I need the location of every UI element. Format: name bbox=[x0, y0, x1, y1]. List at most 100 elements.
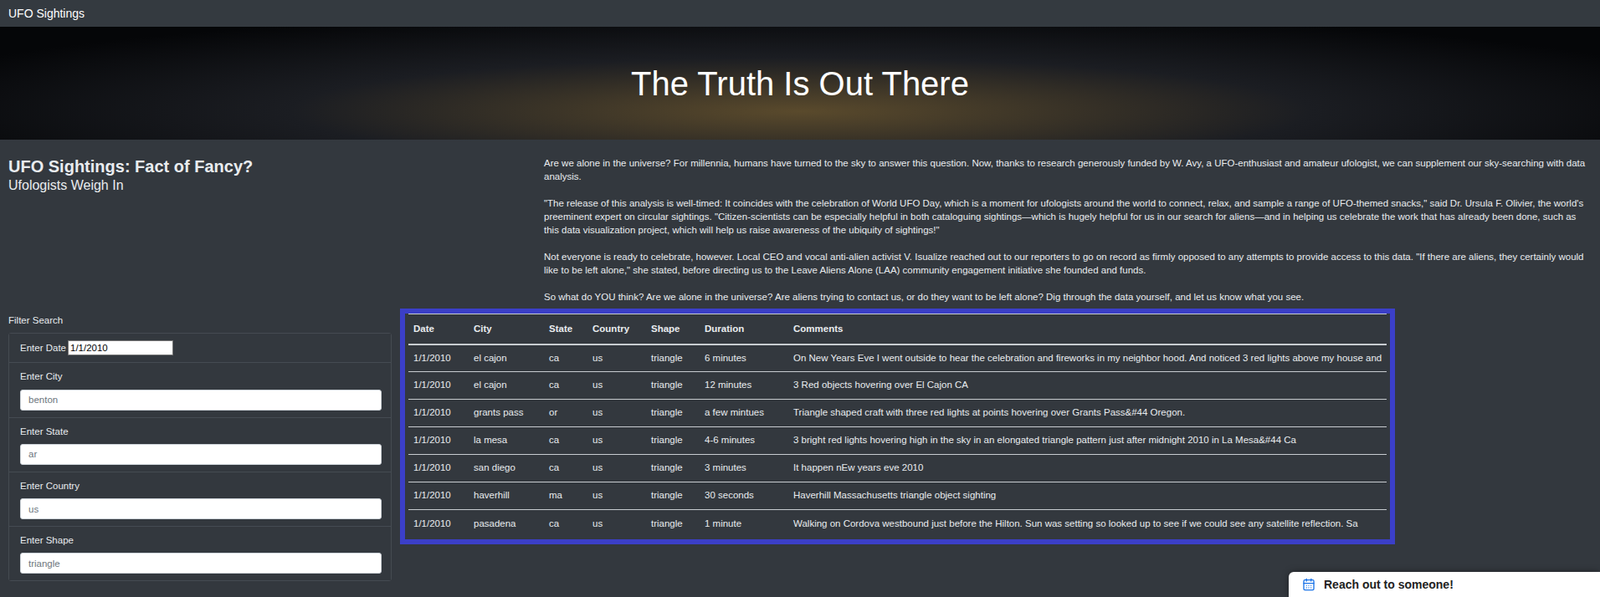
table-header-cell[interactable]: State bbox=[543, 314, 588, 345]
table-cell: el cajon bbox=[468, 344, 544, 373]
table-cell: 1/1/2010 bbox=[408, 344, 469, 373]
intro-paragraph: Are we alone in the universe? For millen… bbox=[543, 156, 1592, 184]
filter-input[interactable] bbox=[20, 444, 382, 466]
table-highlight-box: DateCityStateCountryShapeDurationComment… bbox=[400, 308, 1395, 545]
table-cell: ca bbox=[543, 455, 588, 483]
filter-input[interactable] bbox=[20, 553, 382, 575]
table-cell: a few mintues bbox=[699, 400, 789, 428]
reach-out-popup[interactable]: Reach out to someone! bbox=[1288, 572, 1600, 597]
table-cell: us bbox=[587, 427, 647, 456]
intro: UFO Sightings: Fact of Fancy?Ufologists … bbox=[0, 139, 1600, 304]
table-cell: Walking on Cordova westbound just before… bbox=[788, 510, 1387, 539]
table-row: 1/1/2010la mesacaustriangle4-6 minutes3 … bbox=[408, 427, 1387, 456]
table-cell: triangle bbox=[646, 427, 700, 456]
hero-title: The Truth Is Out There bbox=[630, 58, 970, 109]
table-cell: us bbox=[587, 510, 647, 539]
intro-heading: UFO Sightings: Fact of Fancy? bbox=[8, 156, 544, 177]
table-cell: 1/1/2010 bbox=[408, 510, 469, 539]
table-cell: 30 seconds bbox=[699, 482, 789, 511]
filter-input[interactable] bbox=[20, 389, 382, 411]
table-cell: triangle bbox=[646, 400, 700, 428]
table-cell: triangle bbox=[646, 344, 700, 373]
table-cell: 1/1/2010 bbox=[408, 427, 469, 456]
date-input[interactable] bbox=[67, 340, 174, 356]
table-cell: triangle bbox=[646, 482, 700, 511]
sightings-table: DateCityStateCountryShapeDurationComment… bbox=[408, 313, 1387, 539]
popup-text: Reach out to someone! bbox=[1323, 576, 1454, 595]
table-header-row: DateCityStateCountryShapeDurationComment… bbox=[408, 314, 1387, 345]
table-header-cell[interactable]: Shape bbox=[646, 314, 700, 345]
table-cell: 1/1/2010 bbox=[408, 455, 469, 483]
table-cell: triangle bbox=[646, 455, 700, 483]
table-cell: Haverhill Massachusetts triangle object … bbox=[788, 482, 1387, 511]
table-cell: ca bbox=[543, 427, 588, 456]
intro-paragraph: "The release of this analysis is well-ti… bbox=[543, 196, 1592, 237]
filter-item: Enter Shape bbox=[9, 527, 391, 581]
table-cell: us bbox=[587, 344, 647, 373]
intro-text: Are we alone in the universe? For millen… bbox=[543, 156, 1592, 304]
table-cell: el cajon bbox=[468, 372, 544, 400]
table-cell: ca bbox=[543, 372, 588, 400]
calendar-icon bbox=[1302, 578, 1316, 592]
table-cell: On New Years Eve I went outside to hear … bbox=[788, 344, 1387, 373]
table-row: 1/1/2010el cajoncaustriangle12 minutes3 … bbox=[408, 372, 1387, 400]
filter-list: Enter Date Enter City Enter State Enter Cou… bbox=[8, 333, 392, 582]
table-cell: triangle bbox=[646, 510, 700, 539]
table-cell: grants pass bbox=[468, 400, 544, 428]
filter-item: Enter Country bbox=[9, 472, 391, 528]
table-cell: 1/1/2010 bbox=[408, 482, 469, 511]
filter-label: Enter City bbox=[20, 369, 380, 385]
table-row: 1/1/2010san diegocaustriangle3 minutesIt… bbox=[408, 455, 1387, 483]
table-cell: 1/1/2010 bbox=[408, 372, 469, 400]
table-cell: 1/1/2010 bbox=[408, 400, 469, 428]
table-row: 1/1/2010haverhillmaustriangle30 secondsH… bbox=[408, 482, 1387, 511]
filter-item: Enter State bbox=[9, 418, 391, 473]
intro-paragraph: Not everyone is ready to celebrate, howe… bbox=[543, 250, 1592, 277]
table-cell: ca bbox=[543, 344, 588, 373]
table-cell: pasadena bbox=[468, 510, 544, 539]
table-cell: 3 bright red lights hovering high in the… bbox=[788, 427, 1387, 456]
intro-headings: UFO Sightings: Fact of Fancy?Ufologists … bbox=[8, 156, 544, 304]
page: UFO Sightings The Truth Is Out There UFO S… bbox=[0, 0, 1600, 597]
table-cell: 3 minutes bbox=[699, 455, 789, 483]
table-header-cell[interactable]: City bbox=[468, 314, 544, 345]
table-cell: or bbox=[543, 400, 588, 428]
table-cell: us bbox=[587, 482, 647, 511]
filter-label: Enter State bbox=[20, 425, 380, 440]
table-cell: 4-6 minutes bbox=[699, 427, 789, 456]
filter-panel: Filter Search Enter Date Enter City Enter S… bbox=[8, 308, 392, 582]
table-cell: 12 minutes bbox=[699, 372, 789, 400]
intro-subheading: Ufologists Weigh In bbox=[8, 176, 544, 195]
table-header-cell[interactable]: Country bbox=[587, 314, 647, 345]
navbar: UFO Sightings bbox=[0, 0, 1600, 27]
table-header-cell[interactable]: Date bbox=[408, 314, 469, 345]
filter-label: Enter Shape bbox=[20, 533, 380, 549]
table-cell: la mesa bbox=[468, 427, 544, 456]
table-row: 1/1/2010pasadenacaustriangle1 minuteWalk… bbox=[408, 510, 1387, 539]
table-row: 1/1/2010grants passorustrianglea few min… bbox=[408, 400, 1387, 428]
table-cell: triangle bbox=[646, 372, 700, 400]
intro-paragraph: So what do YOU think? Are we alone in th… bbox=[543, 290, 1592, 304]
table-header-cell[interactable]: Comments bbox=[788, 314, 1387, 345]
hero-banner: The Truth Is Out There bbox=[0, 26, 1600, 140]
data-section: Filter Search Enter Date Enter City Enter S… bbox=[0, 308, 1600, 582]
table-cell: ca bbox=[543, 510, 588, 539]
table-row: 1/1/2010el cajoncaustriangle6 minutesOn … bbox=[408, 344, 1387, 373]
table-cell: 6 minutes bbox=[699, 344, 789, 373]
filter-input[interactable] bbox=[20, 498, 382, 520]
table-cell: ma bbox=[543, 482, 588, 511]
table-cell: 3 Red objects hovering over El Cajon CA bbox=[788, 372, 1387, 400]
filter-item: Enter Date bbox=[9, 333, 391, 364]
table-cell: 1 minute bbox=[699, 510, 789, 539]
navbar-brand[interactable]: UFO Sightings bbox=[8, 5, 85, 23]
filter-label: Enter Date bbox=[20, 341, 67, 356]
filter-title: Filter Search bbox=[8, 313, 392, 329]
table-header-cell[interactable]: Duration bbox=[699, 314, 789, 345]
table-cell: It happen nEw years eve 2010 bbox=[788, 455, 1387, 483]
table-cell: us bbox=[587, 372, 647, 400]
table-cell: san diego bbox=[468, 455, 544, 483]
table-cell: us bbox=[587, 400, 647, 428]
filter-label: Enter Country bbox=[20, 479, 380, 494]
table-cell: Triangle shaped craft with three red lig… bbox=[788, 400, 1387, 428]
table-cell: haverhill bbox=[468, 482, 544, 511]
